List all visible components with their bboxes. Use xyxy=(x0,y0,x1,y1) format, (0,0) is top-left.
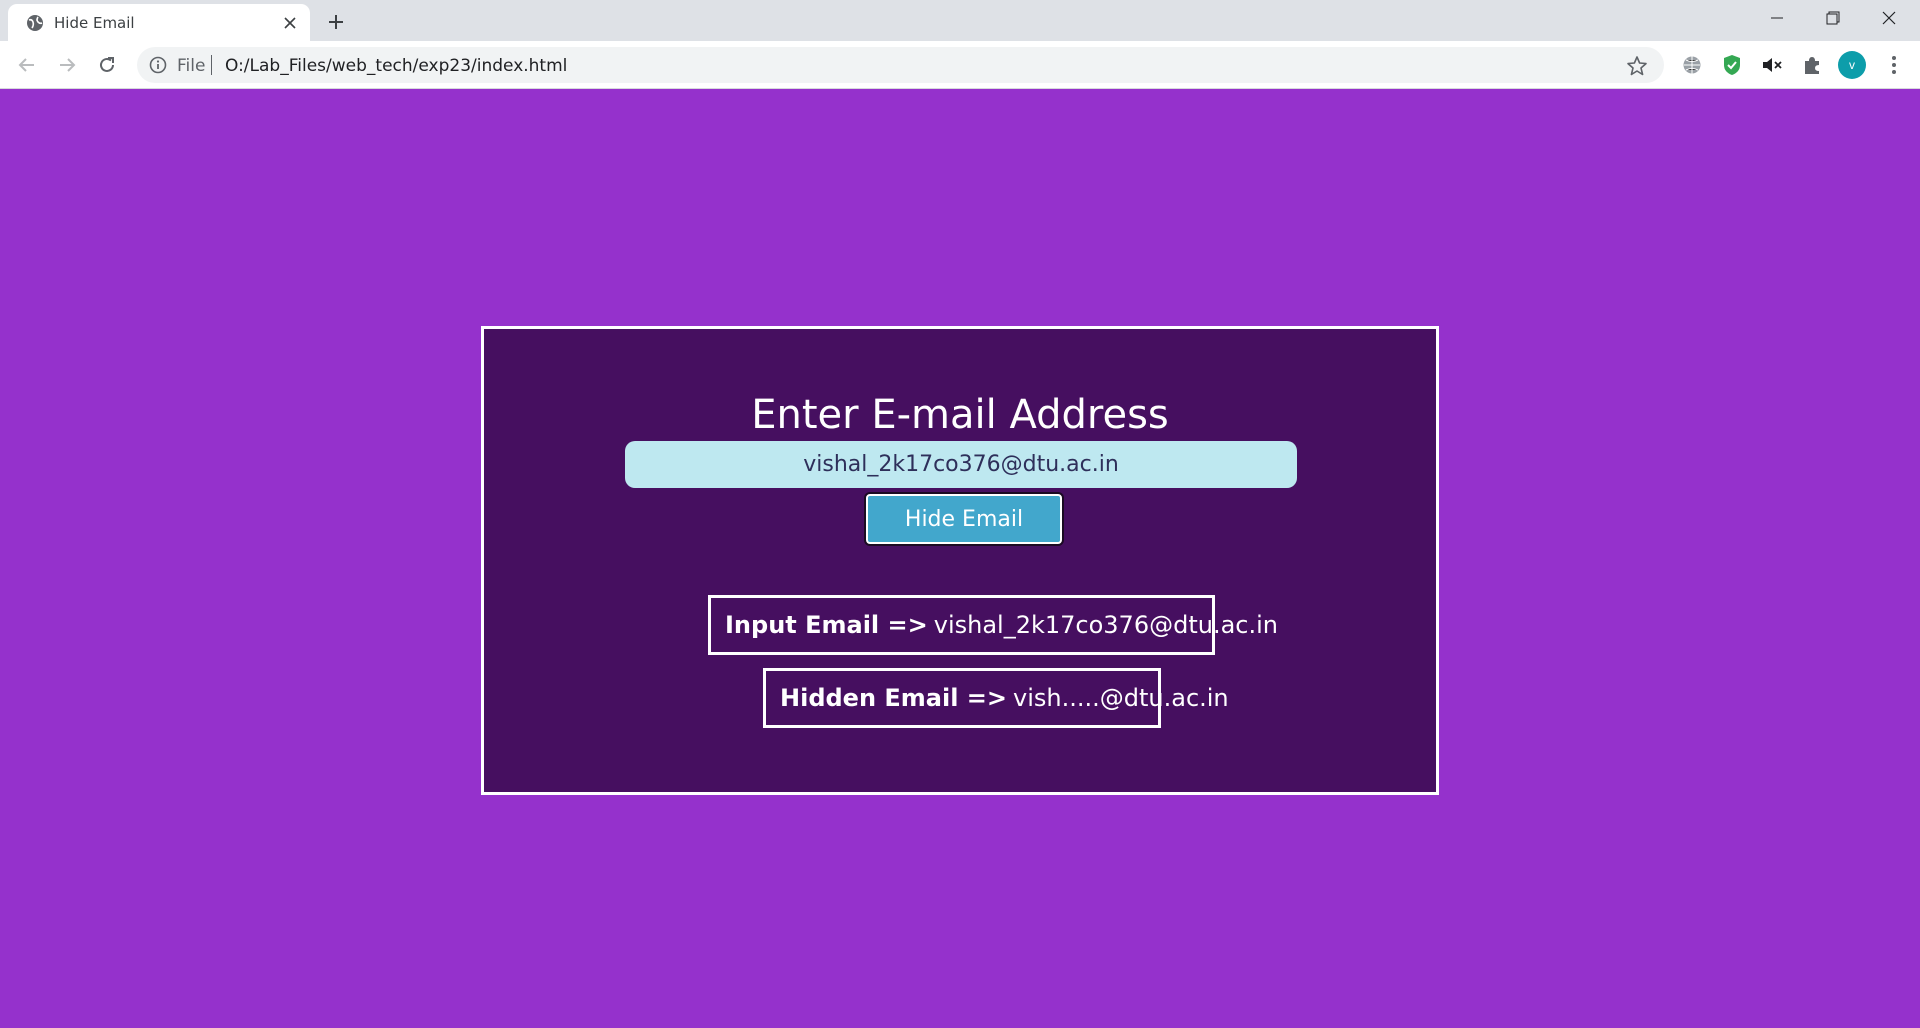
shield-extension-icon[interactable] xyxy=(1718,51,1746,79)
email-card: Enter E-mail Address Hide Email Input Em… xyxy=(481,326,1439,795)
kebab-menu-icon[interactable] xyxy=(1880,51,1908,79)
globe-extension-icon[interactable] xyxy=(1678,51,1706,79)
globe-icon xyxy=(26,14,44,32)
divider xyxy=(211,55,212,75)
tab-strip: Hide Email xyxy=(0,0,1920,41)
hidden-email-value: vish.....@dtu.ac.in xyxy=(1013,684,1229,712)
close-window-icon[interactable] xyxy=(1861,0,1917,36)
profile-avatar[interactable]: v xyxy=(1838,51,1866,79)
forward-icon[interactable] xyxy=(52,50,82,80)
input-email-value: vishal_2k17co376@dtu.ac.in xyxy=(933,611,1278,639)
page-title: Enter E-mail Address xyxy=(751,392,1169,438)
restore-icon[interactable] xyxy=(1805,0,1861,36)
input-email-label: Input Email => xyxy=(725,611,928,639)
mute-icon[interactable] xyxy=(1758,51,1786,79)
new-tab-icon[interactable] xyxy=(322,8,350,36)
tab-title: Hide Email xyxy=(54,14,135,32)
minimize-icon[interactable] xyxy=(1749,0,1805,36)
hidden-email-label: Hidden Email => xyxy=(780,684,1008,712)
info-icon[interactable] xyxy=(149,56,167,74)
bookmark-star-icon[interactable] xyxy=(1626,55,1648,77)
hide-email-button[interactable]: Hide Email xyxy=(866,494,1062,544)
reload-icon[interactable] xyxy=(92,50,122,80)
url-text[interactable]: O:/Lab_Files/web_tech/exp23/index.html xyxy=(225,56,567,76)
scheme-label: File xyxy=(177,56,206,76)
close-tab-icon[interactable] xyxy=(280,13,300,33)
hidden-email-result: Hidden Email => vish.....@dtu.ac.in xyxy=(763,668,1229,728)
input-email-result: Input Email => vishal_2k17co376@dtu.ac.i… xyxy=(708,595,1278,655)
browser-tab[interactable]: Hide Email xyxy=(8,4,310,41)
puzzle-extensions-icon[interactable] xyxy=(1798,51,1826,79)
address-bar[interactable]: File O:/Lab_Files/web_tech/exp23/index.h… xyxy=(137,47,1664,83)
email-input[interactable] xyxy=(625,441,1297,488)
back-icon[interactable] xyxy=(12,50,42,80)
browser-toolbar: File O:/Lab_Files/web_tech/exp23/index.h… xyxy=(0,41,1920,89)
